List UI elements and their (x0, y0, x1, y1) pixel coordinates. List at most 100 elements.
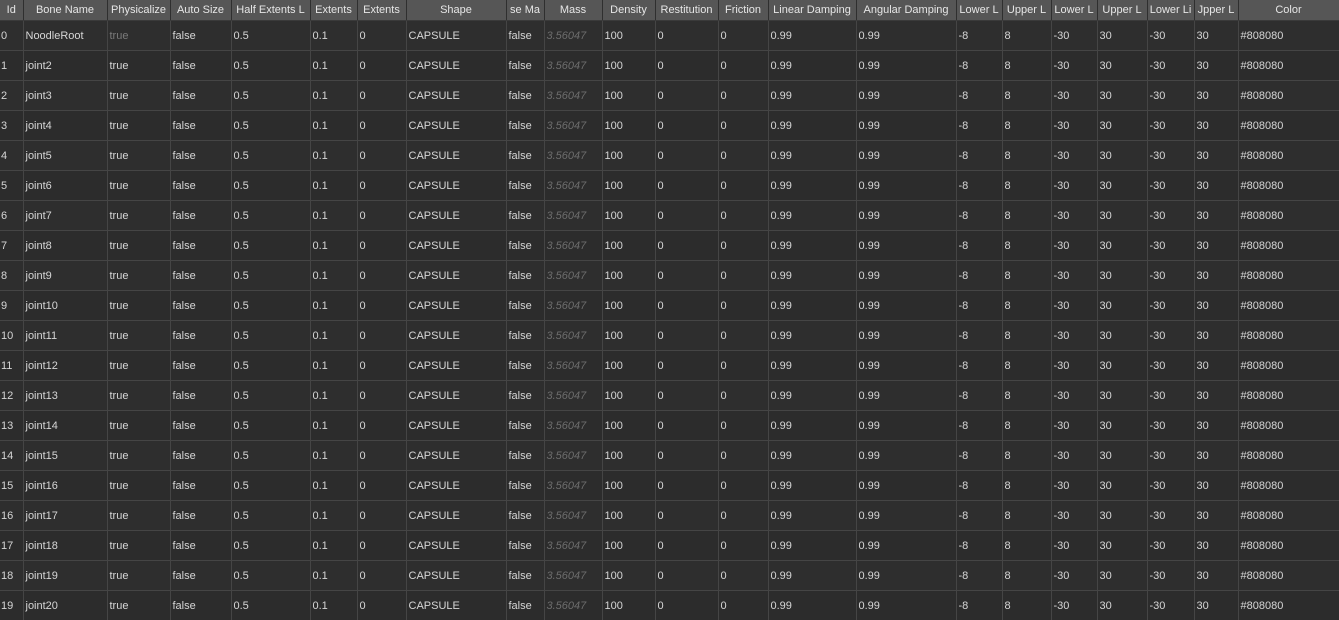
cell-lower-limit-a[interactable]: -8 (956, 260, 1003, 291)
cell-angular-damping[interactable]: 0.99 (856, 170, 957, 201)
cell-lower-limit-c[interactable]: -30 (1147, 260, 1195, 291)
cell-restitution[interactable]: 0 (655, 110, 719, 141)
cell-extents-a[interactable]: 0.1 (310, 500, 358, 531)
cell-half-extents[interactable]: 0.5 (231, 260, 311, 291)
cell-use-mass[interactable]: false (506, 530, 545, 561)
cell-density[interactable]: 100 (602, 560, 656, 591)
cell-lower-limit-a[interactable]: -8 (956, 380, 1003, 411)
cell-friction[interactable]: 0 (718, 320, 769, 351)
cell-lower-limit-a[interactable]: -8 (956, 350, 1003, 381)
cell-angular-damping[interactable]: 0.99 (856, 110, 957, 141)
cell-half-extents[interactable]: 0.5 (231, 350, 311, 381)
cell-extents-a[interactable]: 0.1 (310, 350, 358, 381)
cell-density[interactable]: 100 (602, 500, 656, 531)
cell-extents-b[interactable]: 0 (357, 260, 407, 291)
cell-friction[interactable]: 0 (718, 410, 769, 441)
cell-upper-limit-a[interactable]: 8 (1002, 290, 1052, 321)
table-row[interactable]: 8 joint9 true false 0.5 0.1 0 CAPSULE false 3.560… (0, 260, 1339, 291)
cell-use-mass[interactable]: false (506, 590, 545, 620)
cell-physicalize[interactable]: true (107, 530, 171, 561)
cell-extents-b[interactable]: 0 (357, 320, 407, 351)
cell-use-mass[interactable]: false (506, 20, 545, 51)
cell-lower-limit-b[interactable]: -30 (1051, 260, 1098, 291)
cell-friction[interactable]: 0 (718, 560, 769, 591)
cell-extents-a[interactable]: 0.1 (310, 110, 358, 141)
cell-physicalize[interactable]: true (107, 350, 171, 381)
cell-auto-size[interactable]: false (170, 140, 232, 171)
cell-half-extents[interactable]: 0.5 (231, 410, 311, 441)
cell-upper-limit-c[interactable]: 30 (1194, 170, 1239, 201)
table-row[interactable]: 15 joint16 true false 0.5 0.1 0 CAPSULE false 3.5… (0, 470, 1339, 501)
cell-upper-limit-c[interactable]: 30 (1194, 110, 1239, 141)
cell-id[interactable]: 3 (0, 110, 24, 141)
cell-friction[interactable]: 0 (718, 350, 769, 381)
cell-extents-a[interactable]: 0.1 (310, 230, 358, 261)
cell-mass[interactable]: 3.56047 (544, 320, 603, 351)
cell-id[interactable]: 0 (0, 20, 24, 51)
cell-half-extents[interactable]: 0.5 (231, 20, 311, 51)
cell-angular-damping[interactable]: 0.99 (856, 20, 957, 51)
cell-color[interactable]: #808080 (1238, 260, 1339, 291)
cell-extents-b[interactable]: 0 (357, 500, 407, 531)
cell-upper-limit-a[interactable]: 8 (1002, 440, 1052, 471)
cell-use-mass[interactable]: false (506, 200, 545, 231)
cell-density[interactable]: 100 (602, 530, 656, 561)
cell-friction[interactable]: 0 (718, 260, 769, 291)
cell-bone-name[interactable]: joint16 (23, 470, 108, 501)
cell-friction[interactable]: 0 (718, 50, 769, 81)
cell-linear-damping[interactable]: 0.99 (768, 440, 857, 471)
cell-upper-limit-a[interactable]: 8 (1002, 320, 1052, 351)
cell-angular-damping[interactable]: 0.99 (856, 140, 957, 171)
cell-restitution[interactable]: 0 (655, 140, 719, 171)
table-row[interactable]: 2 joint3 true false 0.5 0.1 0 CAPSULE false 3.560… (0, 80, 1339, 111)
cell-lower-limit-a[interactable]: -8 (956, 410, 1003, 441)
cell-use-mass[interactable]: false (506, 80, 545, 111)
cell-upper-limit-c[interactable]: 30 (1194, 470, 1239, 501)
cell-lower-limit-b[interactable]: -30 (1051, 410, 1098, 441)
cell-upper-limit-b[interactable]: 30 (1097, 380, 1148, 411)
cell-extents-b[interactable]: 0 (357, 80, 407, 111)
cell-color[interactable]: #808080 (1238, 290, 1339, 321)
cell-shape[interactable]: CAPSULE (406, 320, 507, 351)
cell-density[interactable]: 100 (602, 140, 656, 171)
cell-use-mass[interactable]: false (506, 380, 545, 411)
cell-mass[interactable]: 3.56047 (544, 290, 603, 321)
column-header-lower-limit-a[interactable]: Lower L (956, 0, 1003, 21)
cell-linear-damping[interactable]: 0.99 (768, 530, 857, 561)
cell-shape[interactable]: CAPSULE (406, 500, 507, 531)
cell-lower-limit-c[interactable]: -30 (1147, 380, 1195, 411)
cell-upper-limit-b[interactable]: 30 (1097, 170, 1148, 201)
cell-auto-size[interactable]: false (170, 350, 232, 381)
cell-color[interactable]: #808080 (1238, 500, 1339, 531)
cell-shape[interactable]: CAPSULE (406, 200, 507, 231)
cell-mass[interactable]: 3.56047 (544, 350, 603, 381)
cell-id[interactable]: 8 (0, 260, 24, 291)
cell-upper-limit-a[interactable]: 8 (1002, 530, 1052, 561)
cell-friction[interactable]: 0 (718, 230, 769, 261)
cell-extents-b[interactable]: 0 (357, 110, 407, 141)
cell-bone-name[interactable]: joint7 (23, 200, 108, 231)
cell-auto-size[interactable]: false (170, 170, 232, 201)
cell-color[interactable]: #808080 (1238, 410, 1339, 441)
cell-upper-limit-c[interactable]: 30 (1194, 320, 1239, 351)
cell-upper-limit-b[interactable]: 30 (1097, 110, 1148, 141)
cell-angular-damping[interactable]: 0.99 (856, 380, 957, 411)
cell-lower-limit-b[interactable]: -30 (1051, 380, 1098, 411)
cell-lower-limit-c[interactable]: -30 (1147, 560, 1195, 591)
cell-density[interactable]: 100 (602, 170, 656, 201)
cell-color[interactable]: #808080 (1238, 350, 1339, 381)
cell-upper-limit-a[interactable]: 8 (1002, 350, 1052, 381)
cell-linear-damping[interactable]: 0.99 (768, 170, 857, 201)
cell-bone-name[interactable]: joint4 (23, 110, 108, 141)
cell-angular-damping[interactable]: 0.99 (856, 260, 957, 291)
cell-bone-name[interactable]: joint18 (23, 530, 108, 561)
cell-friction[interactable]: 0 (718, 590, 769, 620)
cell-lower-limit-b[interactable]: -30 (1051, 110, 1098, 141)
cell-half-extents[interactable]: 0.5 (231, 440, 311, 471)
cell-lower-limit-c[interactable]: -30 (1147, 350, 1195, 381)
cell-angular-damping[interactable]: 0.99 (856, 350, 957, 381)
cell-lower-limit-c[interactable]: -30 (1147, 20, 1195, 51)
cell-lower-limit-b[interactable]: -30 (1051, 350, 1098, 381)
cell-color[interactable]: #808080 (1238, 170, 1339, 201)
cell-extents-b[interactable]: 0 (357, 470, 407, 501)
